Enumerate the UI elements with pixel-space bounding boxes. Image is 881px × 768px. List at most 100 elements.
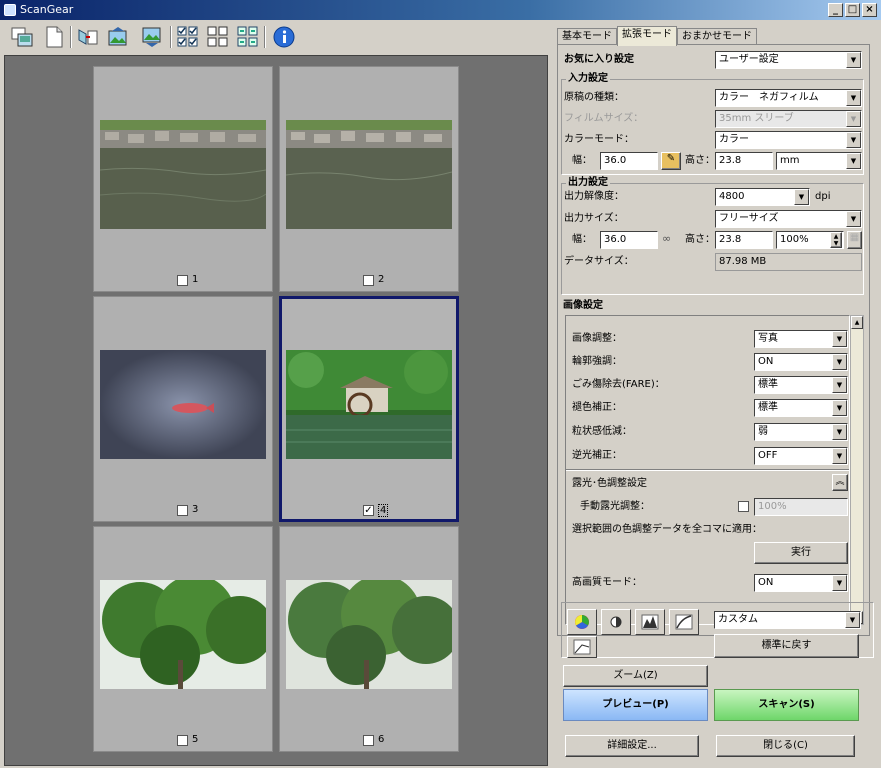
zoom-button[interactable]: ズーム(Z) — [563, 665, 708, 687]
output-height-label: 高さ： — [685, 234, 715, 245]
chevron-down-icon: ▼ — [832, 331, 847, 347]
thumbnail-frame[interactable]: 6 — [279, 526, 459, 752]
close-button[interactable]: 閉じる(C) — [716, 735, 855, 757]
threshold-icon[interactable] — [567, 636, 597, 658]
brightness-contrast-icon[interactable] — [601, 609, 631, 635]
toolbar — [0, 20, 552, 54]
thumbnail-checkbox[interactable] — [177, 275, 188, 286]
thumbnail-number: 1 — [192, 274, 199, 285]
thumbnail-frame[interactable]: 3 — [93, 296, 273, 522]
minimize-button[interactable]: _ — [828, 3, 843, 17]
thumbnail-checkbox[interactable] — [363, 275, 374, 286]
chevron-down-icon: ▼ — [832, 377, 847, 393]
backlight-label: 逆光補正： — [572, 450, 622, 461]
thumbnail-checkbox[interactable] — [363, 735, 374, 746]
output-size-select[interactable]: フリーサイズ ▼ — [715, 210, 862, 228]
chevron-down-icon: ▼ — [832, 400, 847, 416]
preferences-button[interactable]: 詳細設定... — [565, 735, 699, 757]
thumbnail-checkbox[interactable]: ✓ — [363, 505, 374, 516]
output-width-field[interactable]: 36.0 — [600, 231, 658, 249]
chevron-down-icon: ▼ — [832, 575, 847, 591]
run-button[interactable]: 実行 — [754, 542, 848, 564]
maximize-button[interactable]: □ — [845, 3, 860, 17]
mode-tabs: 基本モード 拡張モード おまかせモード — [557, 26, 757, 46]
image-settings-scroll-area: 画像調整： 写真 ▼ 輪郭強調： ON ▼ ごみ傷除去(FARE)： 標準 ▼ 褪色補… — [565, 315, 850, 625]
thumbnail-frame-selected[interactable]: ✓ 4 — [279, 296, 459, 522]
output-settings-title: 出力設定 — [566, 177, 610, 189]
link-icon[interactable]: ∞ — [662, 232, 671, 245]
image-next-icon[interactable] — [140, 25, 164, 49]
thumbnail-image — [100, 580, 266, 689]
tab-basic-mode[interactable]: 基本モード — [557, 28, 617, 45]
thumbnail-image — [286, 120, 452, 229]
checklist-icon[interactable] — [176, 25, 200, 49]
color-mode-select[interactable]: カラー ▼ — [715, 131, 862, 149]
favorites-label: お気に入り設定 — [564, 54, 634, 65]
output-width-label: 幅： — [572, 234, 592, 245]
manual-exposure-checkbox[interactable] — [738, 501, 749, 512]
chevron-down-icon: ▼ — [846, 52, 861, 68]
sharpen-select[interactable]: ON ▼ — [754, 353, 848, 371]
close-window-button[interactable]: × — [862, 3, 877, 17]
thumbnail-image — [286, 350, 452, 459]
fade-correction-select[interactable]: 標準 ▼ — [754, 399, 848, 417]
input-width-label: 幅： — [572, 155, 592, 166]
blank-page-icon[interactable] — [42, 25, 66, 49]
color-preset-select[interactable]: カスタム ▼ — [714, 611, 861, 629]
output-size-label: 出力サイズ： — [564, 213, 624, 224]
info-icon[interactable] — [272, 25, 296, 49]
histogram-icon[interactable] — [635, 609, 665, 635]
image-prev-icon[interactable] — [106, 25, 130, 49]
grain-reduction-select[interactable]: 弱 ▼ — [754, 423, 848, 441]
image-settings-scrollbar[interactable]: ▲ ▼ — [850, 315, 864, 625]
resolution-select[interactable]: 4800 ▼ — [715, 188, 810, 206]
chevron-down-icon: ▼ — [846, 211, 861, 227]
grain-reduction-label: 粒状感低減： — [572, 426, 632, 437]
hq-mode-select[interactable]: ON ▼ — [754, 574, 848, 592]
input-width-field[interactable]: 36.0 — [600, 152, 658, 170]
image-adjust-label: 画像調整： — [572, 333, 622, 344]
favorites-select[interactable]: ユーザー設定 ▼ — [715, 51, 862, 69]
thumbnail-frame[interactable]: 2 — [279, 66, 459, 292]
thumbnail-checkbox[interactable] — [177, 735, 188, 746]
fare-select[interactable]: 標準 ▼ — [754, 376, 848, 394]
rotate-icon[interactable] — [76, 25, 100, 49]
chevron-down-icon: ▼ — [832, 424, 847, 440]
exposure-settings-title: 露光･色調整設定 — [572, 478, 647, 489]
grid-view-alt-icon[interactable] — [236, 25, 260, 49]
reset-defaults-button[interactable]: 標準に戻す — [714, 634, 859, 658]
backlight-select[interactable]: OFF ▼ — [754, 447, 848, 465]
data-size-value: 87.98 MB — [715, 253, 862, 271]
thumbnail-number: 6 — [378, 734, 385, 745]
input-height-field[interactable]: 23.8 — [715, 152, 773, 170]
preview-button[interactable]: プレビュー(P) — [563, 689, 708, 721]
tab-auto-mode[interactable]: おまかせモード — [677, 28, 757, 45]
doc-type-select[interactable]: カラー ネガフィルム ▼ — [715, 89, 862, 107]
output-height-field[interactable]: 23.8 — [715, 231, 773, 249]
tab-advanced-mode[interactable]: 拡張モード — [617, 26, 677, 46]
color-balance-icon[interactable] — [567, 609, 597, 635]
thumbnail-number: 5 — [192, 734, 199, 745]
scale-spinner[interactable]: ▲ ▼ — [830, 232, 842, 248]
thumbnail-checkbox[interactable] — [177, 505, 188, 516]
film-size-select: 35mm スリーブ ▼ — [715, 110, 862, 128]
thumbnail-frame[interactable]: 5 — [93, 526, 273, 752]
thumbnail-image — [100, 120, 266, 229]
apply-all-label: 選択範囲の色調整データを全コマに適用： — [572, 524, 762, 535]
tone-curve-icon[interactable] — [669, 609, 699, 635]
grid-view-icon[interactable] — [206, 25, 230, 49]
unit-select[interactable]: mm ▼ — [776, 152, 862, 170]
image-adjust-select[interactable]: 写真 ▼ — [754, 330, 848, 348]
thumbnail-image — [286, 580, 452, 689]
data-size-label: データサイズ： — [564, 256, 634, 267]
collapse-icon[interactable]: ︽ — [832, 474, 848, 491]
fade-correction-label: 褪色補正： — [572, 402, 622, 413]
chevron-down-icon: ▼ — [832, 354, 847, 370]
scroll-up-icon[interactable]: ▲ — [851, 316, 863, 329]
auto-detect-button[interactable]: ✎ — [661, 152, 681, 170]
input-height-label: 高さ： — [685, 155, 715, 166]
chevron-down-icon: ▼ — [794, 189, 809, 205]
scan-button[interactable]: スキャン(S) — [714, 689, 859, 721]
multi-crop-icon[interactable] — [10, 25, 34, 49]
thumbnail-frame[interactable]: 1 — [93, 66, 273, 292]
